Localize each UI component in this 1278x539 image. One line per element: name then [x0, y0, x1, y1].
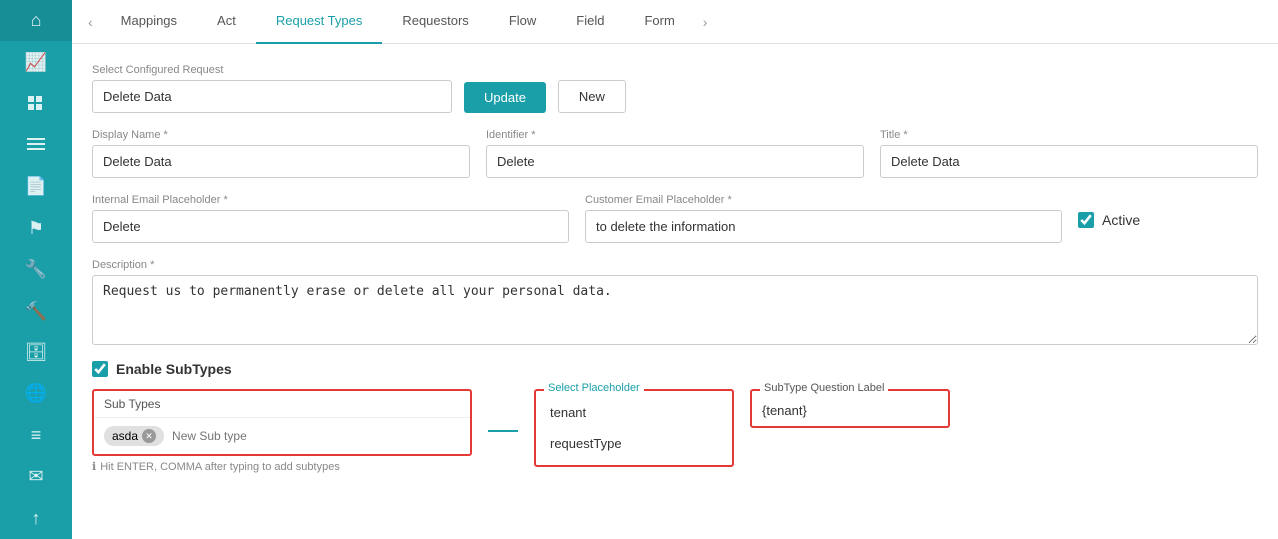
tab-bar: ‹ Mappings Act Request Types Requestors …: [72, 0, 1278, 44]
placeholder-item-tenant[interactable]: tenant: [536, 397, 732, 428]
identifier-input[interactable]: [486, 145, 864, 178]
select-placeholder-label: Select Placeholder: [544, 382, 644, 394]
info-icon: ℹ: [92, 460, 96, 473]
sidebar-item-home[interactable]: ⌂: [0, 0, 72, 41]
title-group: Title *: [880, 129, 1258, 178]
display-name-label: Display Name *: [92, 129, 470, 141]
customer-email-group: Customer Email Placeholder *: [585, 194, 1062, 243]
description-textarea[interactable]: [92, 275, 1258, 345]
internal-email-label: Internal Email Placeholder *: [92, 194, 569, 206]
title-label: Title *: [880, 129, 1258, 141]
internal-email-input[interactable]: [92, 210, 569, 243]
tab-prev-arrow[interactable]: ‹: [80, 14, 101, 30]
sidebar-item-tools[interactable]: 🔧: [0, 249, 72, 290]
tag-label: asda: [112, 429, 138, 443]
enable-subtypes-label: Enable SubTypes: [116, 361, 232, 377]
subtypes-hint: ℹ Hit ENTER, COMMA after typing to add s…: [92, 460, 472, 473]
select-request-row: Select Configured Request Update New: [92, 64, 1258, 113]
main-area: ‹ Mappings Act Request Types Requestors …: [72, 0, 1278, 539]
sidebar-item-list[interactable]: ≡: [0, 415, 72, 456]
tab-requestors[interactable]: Requestors: [382, 0, 488, 44]
sidebar-item-mail[interactable]: ✉: [0, 456, 72, 497]
description-group: Description *: [92, 259, 1258, 345]
new-button[interactable]: New: [558, 80, 626, 113]
connector-line: [488, 430, 518, 432]
update-button[interactable]: Update: [464, 82, 546, 113]
select-configured-request-group: Select Configured Request: [92, 64, 452, 113]
tab-flow[interactable]: Flow: [489, 0, 556, 44]
identifier-label: Identifier *: [486, 129, 864, 141]
sidebar-item-flag[interactable]: ⚑: [0, 207, 72, 248]
description-label: Description *: [92, 259, 1258, 271]
subtype-question-label-title: SubType Question Label: [760, 382, 888, 394]
sidebar-item-storage[interactable]: 🗄: [0, 332, 72, 373]
sidebar-item-grid[interactable]: [0, 83, 72, 124]
new-subtype-input[interactable]: [172, 429, 460, 443]
tab-request-types[interactable]: Request Types: [256, 0, 382, 44]
display-name-input[interactable]: [92, 145, 470, 178]
row-email-active: Internal Email Placeholder * Customer Em…: [92, 194, 1258, 243]
hint-text-label: Hit ENTER, COMMA after typing to add sub…: [100, 461, 340, 473]
subtype-question-label-box: SubType Question Label: [750, 389, 950, 428]
subtypes-box: Sub Types asda ✕: [92, 389, 472, 456]
subtype-question-label-input[interactable]: [762, 403, 938, 418]
select-configured-request-input[interactable]: [92, 80, 452, 113]
sidebar-item-hammer[interactable]: 🔨: [0, 290, 72, 331]
tab-act[interactable]: Act: [197, 0, 256, 44]
placeholder-item-requesttype[interactable]: requestType: [536, 428, 732, 459]
internal-email-group: Internal Email Placeholder *: [92, 194, 569, 243]
active-checkbox[interactable]: [1078, 212, 1094, 228]
title-input[interactable]: [880, 145, 1258, 178]
active-group: Active: [1078, 194, 1258, 228]
customer-email-label: Customer Email Placeholder *: [585, 194, 1062, 206]
select-placeholder-dropdown: Select Placeholder tenant requestType: [534, 389, 734, 467]
tab-field[interactable]: Field: [556, 0, 624, 44]
tab-mappings[interactable]: Mappings: [101, 0, 197, 44]
select-configured-request-label: Select Configured Request: [92, 64, 452, 76]
subtypes-section: Sub Types asda ✕ ℹ Hit ENTER, COMMA afte…: [92, 389, 1258, 473]
sidebar-item-table[interactable]: [0, 124, 72, 165]
tab-form[interactable]: Form: [624, 0, 694, 44]
sidebar-item-document[interactable]: 📄: [0, 166, 72, 207]
sidebar-item-globe[interactable]: 🌐: [0, 373, 72, 414]
active-label: Active: [1102, 212, 1140, 228]
subtypes-box-header: Sub Types: [94, 391, 470, 418]
row-description: Description *: [92, 259, 1258, 345]
sidebar: ⌂ 📈 📄 ⚑ 🔧 🔨 🗄 🌐 ≡ ✉ ↑: [0, 0, 72, 539]
tab-next-arrow[interactable]: ›: [695, 14, 716, 30]
placeholder-items: tenant requestType: [536, 391, 732, 465]
subtypes-box-content: asda ✕: [94, 418, 470, 454]
enable-subtypes-row: Enable SubTypes: [92, 361, 1258, 377]
sidebar-item-upload[interactable]: ↑: [0, 498, 72, 539]
content-area: Select Configured Request Update New Dis…: [72, 44, 1278, 539]
sidebar-item-chart[interactable]: 📈: [0, 41, 72, 82]
display-name-group: Display Name *: [92, 129, 470, 178]
enable-subtypes-checkbox[interactable]: [92, 361, 108, 377]
subtype-tag: asda ✕: [104, 426, 164, 446]
identifier-group: Identifier *: [486, 129, 864, 178]
tag-close-button[interactable]: ✕: [142, 429, 156, 443]
row-display-identifier-title: Display Name * Identifier * Title *: [92, 129, 1258, 178]
customer-email-input[interactable]: [585, 210, 1062, 243]
